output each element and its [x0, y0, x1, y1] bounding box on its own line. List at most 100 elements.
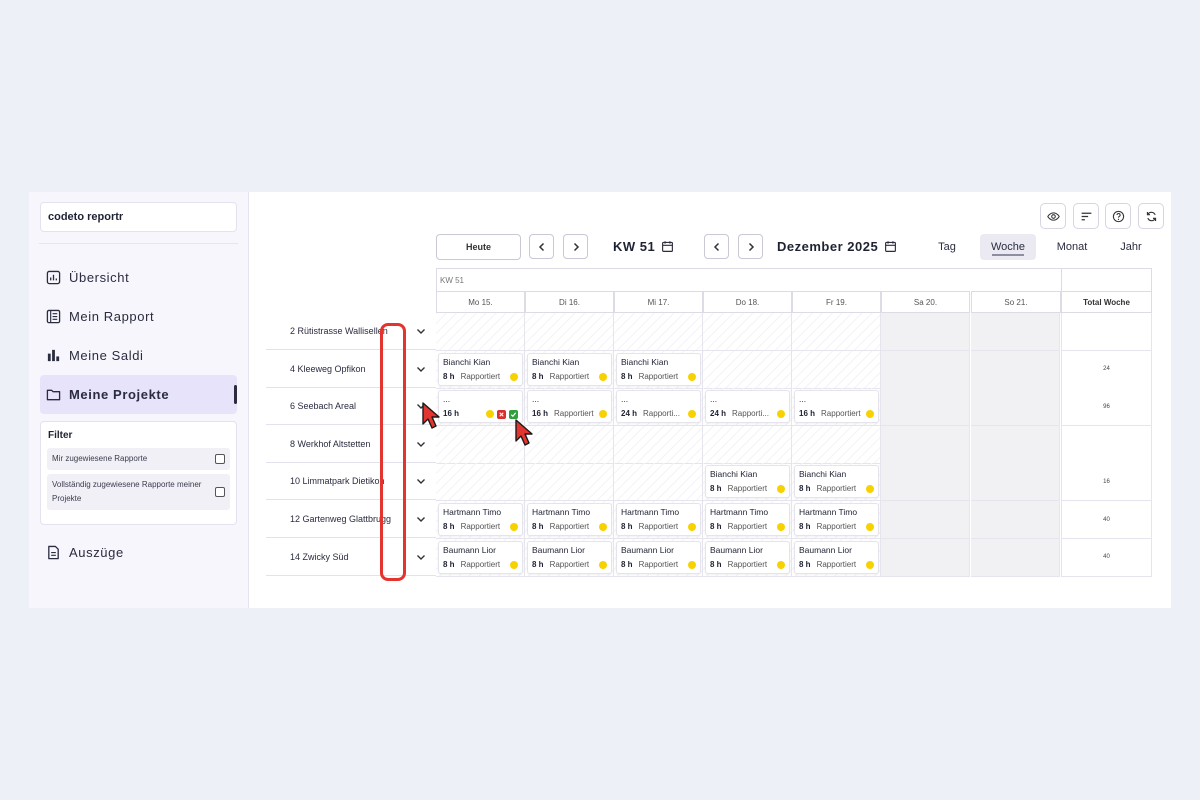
day-cell[interactable] [881, 313, 970, 351]
day-cell[interactable] [971, 313, 1060, 351]
day-cell[interactable] [525, 463, 614, 502]
day-cell[interactable]: Baumann Lior 8 h Rapportiert [792, 538, 881, 577]
day-cell[interactable]: Baumann Lior 8 h Rapportiert [525, 538, 614, 577]
project-row-label[interactable]: 6 Seebach Areal [266, 388, 436, 426]
day-cell[interactable] [881, 538, 970, 577]
next-week-button[interactable] [563, 234, 588, 259]
refresh-button[interactable] [1138, 203, 1164, 229]
report-card[interactable]: ... 16 h [438, 390, 523, 424]
day-cell[interactable] [881, 425, 970, 464]
day-cell[interactable]: Bianchi Kian 8 h Rapportiert [614, 350, 703, 389]
day-cell[interactable] [436, 463, 525, 502]
project-row-label[interactable]: 14 Zwicky Süd [266, 539, 436, 576]
nav-item-meine-saldi[interactable]: Meine Saldi [40, 336, 237, 375]
help-button[interactable] [1105, 203, 1131, 229]
report-card[interactable]: ... 24 h Rapporti... [616, 390, 701, 424]
day-cell[interactable]: Baumann Lior 8 h Rapportiert [436, 538, 525, 577]
day-cell[interactable]: Bianchi Kian 8 h Rapportiert [792, 463, 881, 502]
report-card[interactable]: Baumann Lior 8 h Rapportiert [438, 540, 523, 574]
day-cell[interactable] [881, 388, 970, 427]
nav-item-uebersicht[interactable]: Übersicht [40, 258, 237, 297]
checkbox[interactable] [215, 454, 225, 464]
month-picker[interactable]: Dezember 2025 [777, 239, 897, 254]
project-row-label[interactable]: 10 Limmatpark Dietikon [266, 463, 436, 501]
day-cell[interactable] [703, 425, 792, 464]
day-cell[interactable] [614, 313, 703, 351]
report-card[interactable]: Bianchi Kian 8 h Rapportiert [794, 465, 879, 499]
report-card[interactable]: Baumann Lior 8 h Rapportiert [616, 540, 701, 574]
day-cell[interactable] [971, 463, 1060, 502]
day-cell[interactable] [881, 350, 970, 389]
day-cell[interactable] [881, 501, 970, 539]
day-cell[interactable] [971, 388, 1060, 427]
report-card[interactable]: Hartmann Timo 8 h Rapportiert [616, 503, 701, 536]
chevron-down-icon[interactable] [416, 476, 426, 486]
project-row-label[interactable]: 8 Werkhof Altstetten [266, 426, 436, 463]
view-tab-year[interactable]: Jahr [1111, 234, 1151, 260]
report-card[interactable]: Bianchi Kian 8 h Rapportiert [616, 352, 701, 386]
day-cell[interactable]: Hartmann Timo 8 h Rapportiert [436, 501, 525, 539]
visibility-button[interactable] [1040, 203, 1066, 229]
report-card[interactable]: Baumann Lior 8 h Rapportiert [705, 540, 790, 574]
report-card[interactable]: Hartmann Timo 8 h Rapportiert [438, 503, 523, 536]
report-card[interactable]: Hartmann Timo 8 h Rapportiert [794, 503, 879, 536]
prev-week-button[interactable] [529, 234, 554, 259]
report-card[interactable]: Baumann Lior 8 h Rapportiert [794, 540, 879, 574]
day-cell[interactable]: Bianchi Kian 8 h Rapportiert [436, 350, 525, 389]
project-row-label[interactable]: 2 Rütistrasse Wallisellen [266, 313, 436, 350]
day-cell[interactable]: Bianchi Kian 8 h Rapportiert [525, 350, 614, 389]
view-tab-day[interactable]: Tag [926, 234, 968, 260]
day-cell[interactable]: Hartmann Timo 8 h Rapportiert [525, 501, 614, 539]
report-card[interactable]: ... 24 h Rapporti... [705, 390, 790, 424]
sort-button[interactable] [1073, 203, 1099, 229]
next-month-button[interactable] [738, 234, 763, 259]
view-tab-week[interactable]: Woche [980, 234, 1036, 260]
chevron-down-icon[interactable] [416, 326, 426, 336]
chevron-down-icon[interactable] [416, 439, 426, 449]
report-card[interactable]: Bianchi Kian 8 h Rapportiert [705, 465, 790, 499]
nav-item-mein-rapport[interactable]: Mein Rapport [40, 297, 237, 336]
project-row-label[interactable]: 12 Gartenweg Glattbrugg [266, 501, 436, 538]
day-cell[interactable]: ... 16 h Rapportiert [792, 388, 881, 427]
day-cell[interactable] [525, 313, 614, 351]
day-cell[interactable] [436, 313, 525, 351]
day-cell[interactable]: ... 24 h Rapporti... [614, 388, 703, 427]
day-cell[interactable] [971, 350, 1060, 389]
day-cell[interactable]: ... 16 h Rapportiert [525, 388, 614, 427]
day-cell[interactable] [971, 538, 1060, 577]
day-cell[interactable]: Hartmann Timo 8 h Rapportiert [792, 501, 881, 539]
view-tab-month[interactable]: Monat [1049, 234, 1095, 260]
report-card[interactable]: Hartmann Timo 8 h Rapportiert [705, 503, 790, 536]
filter-option-fully-assigned[interactable]: Vollständig zugewiesene Rapporte meiner … [47, 474, 230, 510]
report-card[interactable]: Bianchi Kian 8 h Rapportiert [527, 352, 612, 386]
checkbox[interactable] [215, 487, 225, 497]
day-cell[interactable] [881, 463, 970, 502]
today-button[interactable]: Heute [436, 234, 521, 260]
day-cell[interactable] [614, 425, 703, 464]
day-cell[interactable] [703, 313, 792, 351]
report-card[interactable]: ... 16 h Rapportiert [794, 390, 879, 424]
day-cell[interactable] [792, 350, 881, 389]
report-card[interactable]: Bianchi Kian 8 h Rapportiert [438, 352, 523, 386]
chevron-down-icon[interactable] [416, 514, 426, 524]
day-cell[interactable] [792, 425, 881, 464]
day-cell[interactable]: Hartmann Timo 8 h Rapportiert [614, 501, 703, 539]
day-cell[interactable] [525, 425, 614, 464]
day-cell[interactable] [614, 463, 703, 502]
day-cell[interactable] [971, 425, 1060, 464]
report-card[interactable]: Hartmann Timo 8 h Rapportiert [527, 503, 612, 536]
day-cell[interactable] [792, 313, 881, 351]
nav-item-meine-projekte[interactable]: Meine Projekte [40, 375, 237, 414]
filter-option-assigned[interactable]: Mir zugewiesene Rapporte [47, 448, 230, 470]
reject-button[interactable] [497, 409, 506, 419]
day-cell[interactable] [703, 350, 792, 389]
day-cell[interactable]: Baumann Lior 8 h Rapportiert [614, 538, 703, 577]
day-cell[interactable]: Bianchi Kian 8 h Rapportiert [703, 463, 792, 502]
chevron-down-icon[interactable] [416, 552, 426, 562]
day-cell[interactable]: ... 24 h Rapporti... [703, 388, 792, 427]
day-cell[interactable] [971, 501, 1060, 539]
report-card[interactable]: Baumann Lior 8 h Rapportiert [527, 540, 612, 574]
report-card[interactable]: ... 16 h Rapportiert [527, 390, 612, 424]
project-row-label[interactable]: 4 Kleeweg Opfikon [266, 351, 436, 388]
day-cell[interactable] [436, 425, 525, 464]
